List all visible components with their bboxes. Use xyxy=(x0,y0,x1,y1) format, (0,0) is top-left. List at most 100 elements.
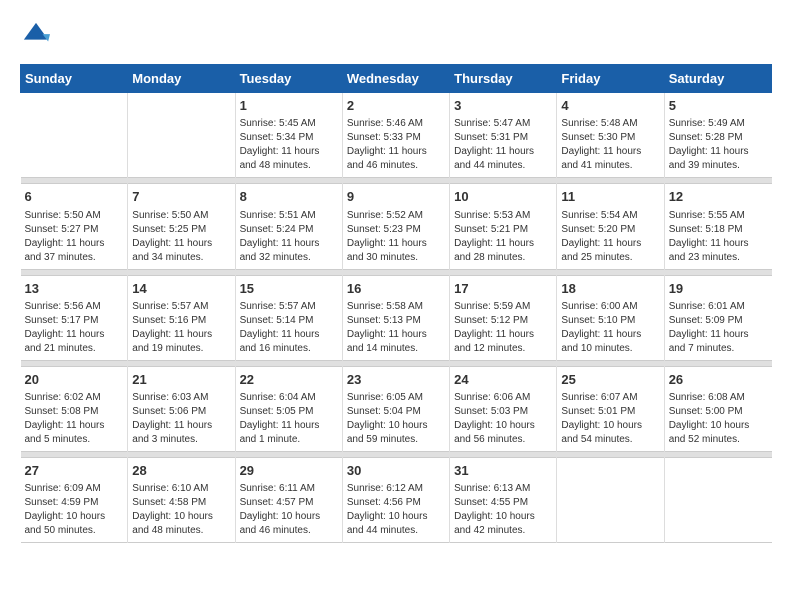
day-info: and 34 minutes. xyxy=(132,251,230,265)
day-cell: 3Sunrise: 5:47 AMSunset: 5:31 PMDaylight… xyxy=(450,93,557,178)
day-info: Sunrise: 5:53 AM xyxy=(454,209,552,223)
day-info: and 54 minutes. xyxy=(561,433,659,447)
week-row-3: 13Sunrise: 5:56 AMSunset: 5:17 PMDayligh… xyxy=(21,275,772,360)
day-number: 25 xyxy=(561,371,659,389)
day-cell: 23Sunrise: 6:05 AMSunset: 5:04 PMDayligh… xyxy=(342,366,449,451)
day-number: 31 xyxy=(454,462,552,480)
day-info: Sunrise: 5:52 AM xyxy=(347,209,445,223)
day-info: Sunset: 5:31 PM xyxy=(454,131,552,145)
day-number: 29 xyxy=(240,462,338,480)
day-number: 2 xyxy=(347,97,445,115)
day-number: 12 xyxy=(669,188,768,206)
day-number: 4 xyxy=(561,97,659,115)
day-info: Sunrise: 6:09 AM xyxy=(25,482,124,496)
day-info: Sunrise: 5:49 AM xyxy=(669,117,768,131)
day-info: Sunrise: 5:57 AM xyxy=(132,300,230,314)
day-cell: 27Sunrise: 6:09 AMSunset: 4:59 PMDayligh… xyxy=(21,457,128,542)
day-cell: 25Sunrise: 6:07 AMSunset: 5:01 PMDayligh… xyxy=(557,366,664,451)
day-cell xyxy=(557,457,664,542)
day-cell xyxy=(21,93,128,178)
day-info: and 56 minutes. xyxy=(454,433,552,447)
day-info: Sunrise: 6:00 AM xyxy=(561,300,659,314)
day-cell: 14Sunrise: 5:57 AMSunset: 5:16 PMDayligh… xyxy=(128,275,235,360)
day-info: and 16 minutes. xyxy=(240,342,338,356)
day-info: Sunset: 5:18 PM xyxy=(669,223,768,237)
day-info: Daylight: 11 hours xyxy=(132,237,230,251)
day-info: Daylight: 11 hours xyxy=(454,145,552,159)
logo-icon xyxy=(22,21,50,49)
header-tuesday: Tuesday xyxy=(235,65,342,93)
day-number: 19 xyxy=(669,280,768,298)
day-info: Sunrise: 5:45 AM xyxy=(240,117,338,131)
day-info: Sunset: 5:10 PM xyxy=(561,314,659,328)
day-cell: 10Sunrise: 5:53 AMSunset: 5:21 PMDayligh… xyxy=(450,184,557,269)
header-sunday: Sunday xyxy=(21,65,128,93)
day-info: Sunset: 5:16 PM xyxy=(132,314,230,328)
day-number: 15 xyxy=(240,280,338,298)
day-info: Sunset: 5:28 PM xyxy=(669,131,768,145)
day-info: and 30 minutes. xyxy=(347,251,445,265)
day-info: Sunrise: 6:03 AM xyxy=(132,391,230,405)
day-cell: 26Sunrise: 6:08 AMSunset: 5:00 PMDayligh… xyxy=(664,366,771,451)
day-number: 30 xyxy=(347,462,445,480)
day-info: Sunset: 4:58 PM xyxy=(132,496,230,510)
day-info: Sunrise: 5:56 AM xyxy=(25,300,124,314)
day-cell: 30Sunrise: 6:12 AMSunset: 4:56 PMDayligh… xyxy=(342,457,449,542)
day-number: 28 xyxy=(132,462,230,480)
day-cell: 13Sunrise: 5:56 AMSunset: 5:17 PMDayligh… xyxy=(21,275,128,360)
day-cell: 7Sunrise: 5:50 AMSunset: 5:25 PMDaylight… xyxy=(128,184,235,269)
day-cell xyxy=(128,93,235,178)
day-info: Sunrise: 6:07 AM xyxy=(561,391,659,405)
day-info: and 50 minutes. xyxy=(25,524,124,538)
day-info: and 5 minutes. xyxy=(25,433,124,447)
day-info: Daylight: 11 hours xyxy=(347,237,445,251)
day-cell: 5Sunrise: 5:49 AMSunset: 5:28 PMDaylight… xyxy=(664,93,771,178)
day-info: and 37 minutes. xyxy=(25,251,124,265)
day-info: Sunset: 5:04 PM xyxy=(347,405,445,419)
day-info: Sunset: 5:08 PM xyxy=(25,405,124,419)
day-cell: 18Sunrise: 6:00 AMSunset: 5:10 PMDayligh… xyxy=(557,275,664,360)
header-saturday: Saturday xyxy=(664,65,771,93)
day-info: Sunset: 4:56 PM xyxy=(347,496,445,510)
day-cell: 4Sunrise: 5:48 AMSunset: 5:30 PMDaylight… xyxy=(557,93,664,178)
day-number: 3 xyxy=(454,97,552,115)
day-info: Sunset: 5:05 PM xyxy=(240,405,338,419)
day-info: Daylight: 11 hours xyxy=(25,419,124,433)
day-info: and 14 minutes. xyxy=(347,342,445,356)
day-number: 17 xyxy=(454,280,552,298)
day-info: Sunset: 5:01 PM xyxy=(561,405,659,419)
day-info: Daylight: 10 hours xyxy=(669,419,768,433)
day-info: and 48 minutes. xyxy=(240,159,338,173)
day-cell: 20Sunrise: 6:02 AMSunset: 5:08 PMDayligh… xyxy=(21,366,128,451)
day-info: Daylight: 11 hours xyxy=(454,237,552,251)
day-info: and 41 minutes. xyxy=(561,159,659,173)
day-number: 24 xyxy=(454,371,552,389)
day-info: and 28 minutes. xyxy=(454,251,552,265)
day-info: Sunset: 4:55 PM xyxy=(454,496,552,510)
day-cell: 2Sunrise: 5:46 AMSunset: 5:33 PMDaylight… xyxy=(342,93,449,178)
day-info: Sunset: 5:20 PM xyxy=(561,223,659,237)
day-info: Daylight: 11 hours xyxy=(240,145,338,159)
day-info: and 46 minutes. xyxy=(240,524,338,538)
day-info: Daylight: 11 hours xyxy=(561,145,659,159)
day-number: 14 xyxy=(132,280,230,298)
header-friday: Friday xyxy=(557,65,664,93)
day-info: Sunset: 5:24 PM xyxy=(240,223,338,237)
day-number: 6 xyxy=(25,188,124,206)
day-number: 11 xyxy=(561,188,659,206)
week-row-2: 6Sunrise: 5:50 AMSunset: 5:27 PMDaylight… xyxy=(21,184,772,269)
day-info: Sunset: 5:30 PM xyxy=(561,131,659,145)
day-cell: 22Sunrise: 6:04 AMSunset: 5:05 PMDayligh… xyxy=(235,366,342,451)
day-info: and 44 minutes. xyxy=(454,159,552,173)
header-monday: Monday xyxy=(128,65,235,93)
day-info: Daylight: 10 hours xyxy=(347,510,445,524)
day-number: 26 xyxy=(669,371,768,389)
week-row-5: 27Sunrise: 6:09 AMSunset: 4:59 PMDayligh… xyxy=(21,457,772,542)
day-info: and 12 minutes. xyxy=(454,342,552,356)
day-cell xyxy=(664,457,771,542)
day-cell: 8Sunrise: 5:51 AMSunset: 5:24 PMDaylight… xyxy=(235,184,342,269)
day-info: Sunset: 5:00 PM xyxy=(669,405,768,419)
day-info: Daylight: 11 hours xyxy=(347,145,445,159)
day-info: and 3 minutes. xyxy=(132,433,230,447)
day-info: Sunrise: 6:13 AM xyxy=(454,482,552,496)
